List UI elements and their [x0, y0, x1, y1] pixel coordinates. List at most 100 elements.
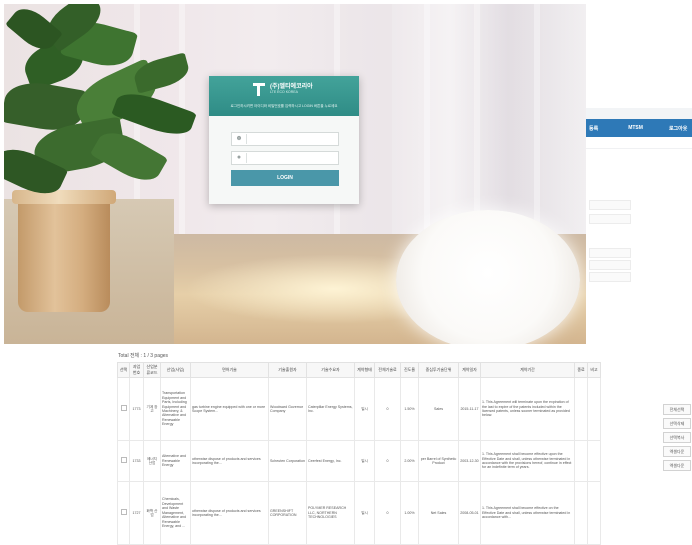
logo-name: (주)엘티에코리아: [270, 83, 313, 90]
column-header[interactable]: 선택: [117, 362, 130, 378]
user-id-input[interactable]: [248, 133, 334, 145]
cell-date: 2008-05-01: [458, 481, 481, 545]
column-header[interactable]: 기술출원자: [268, 362, 307, 378]
cell-rate: 1.50%: [400, 377, 419, 441]
lamp-decor: [396, 210, 580, 344]
cell-code: 에너지 산업: [143, 440, 161, 482]
cell-period: 1. This Agreement will terminate upon th…: [480, 377, 575, 441]
password-input[interactable]: [248, 152, 334, 164]
total-count: Total 전체 : 1 / 3 pages: [118, 353, 169, 359]
cell-fee: 0: [374, 481, 401, 545]
column-header[interactable]: 기술수요자: [306, 362, 355, 378]
copy-selected-button[interactable]: 선택복사: [663, 432, 691, 443]
background-field: [589, 260, 631, 270]
cell-rate: 2.00%: [400, 440, 419, 482]
nav-item-mtsm[interactable]: MTSM: [628, 125, 643, 131]
cell-owner: Scheuten Corporation: [268, 440, 307, 482]
background-field: [589, 200, 631, 210]
plant-pot-decor: [18, 194, 110, 312]
background-app-navbar: 등록 MTSM 로그아웃: [579, 119, 692, 137]
field-divider: [246, 134, 247, 144]
cell-industry: Transportation Equipment and Parts, Incl…: [160, 377, 191, 441]
cell-unit: Net Sales: [418, 481, 459, 545]
cell-note: [587, 481, 601, 545]
cell-buyer: Caterpillar Energy Systems, Inc.: [306, 377, 355, 441]
table-row[interactable]: 1727 화학 산업 Chemicals, Development and Wa…: [117, 481, 601, 545]
curtain-fold: [534, 4, 540, 254]
row-checkbox[interactable]: [120, 509, 127, 516]
password-field[interactable]: ●: [231, 151, 339, 165]
cell-contract: 일시: [354, 440, 375, 482]
cell-tech: gas turbine engine equipped with one or …: [190, 377, 269, 441]
login-button[interactable]: LOGIN: [231, 170, 339, 186]
cell-period: 1. This Agreement shall become effective…: [480, 440, 575, 482]
column-header[interactable]: 계약일자: [458, 362, 481, 378]
cell-tech: otherwise dispose of products and servic…: [190, 481, 269, 545]
company-logo: (주)엘티에코리아 LTE ECO KOREA: [251, 82, 313, 96]
cell-contract: 일시: [354, 481, 375, 545]
login-notice: 로그인하시려면 아이디와 비밀번호를 입력하시고 LOGIN 버튼을 누르세요: [230, 104, 338, 108]
background-app-window: 등록 MTSM 로그아웃: [578, 108, 692, 320]
cell-no: 1773: [129, 377, 144, 441]
user-id-field[interactable]: ☻: [231, 132, 339, 146]
cell-fee: 0: [374, 377, 401, 441]
column-header[interactable]: 계약기간: [480, 362, 575, 378]
cell-tech: otherwise dispose of products and servic…: [190, 440, 269, 482]
cell-no: 1727: [129, 481, 144, 545]
field-divider: [246, 153, 247, 163]
nav-item-logout[interactable]: 로그아웃: [669, 125, 687, 132]
table-row[interactable]: 1773 기계 장고 Transportation Equipment and …: [117, 377, 601, 441]
cell-contract: 일시: [354, 377, 375, 441]
cell-buyer: POLYMER RESEARCH LLC, NORTHERN TECHNOLOG…: [306, 481, 355, 545]
cell-note: [587, 440, 601, 482]
cell-date: 2003-12-30: [458, 440, 481, 482]
cell-buyer: Ceerfest Energy, Inc.: [306, 440, 355, 482]
table-action-buttons: 전체선택 선택삭제 선택복사 엑셀다운 엑셀다운: [663, 404, 691, 471]
cell-end: [574, 481, 588, 545]
column-header[interactable]: 진도율: [400, 362, 419, 378]
column-header[interactable]: 면허기술: [190, 362, 269, 378]
cell-end: [574, 377, 588, 441]
cell-fee: 0: [374, 440, 401, 482]
table-header-row: 선택 과업번호 산업분류코드 산업(사업) 면허기술 기술출원자 기술수요자 계…: [117, 362, 601, 378]
cell-industry: Alternative and Renewable Energy: [160, 440, 191, 482]
cell-owner: GREENSHIFT CORPORATION: [268, 481, 307, 545]
column-header[interactable]: 산업분류코드: [143, 362, 161, 378]
cell-rate: 1.00%: [400, 481, 419, 545]
background-app-topbar: [579, 108, 692, 119]
column-header[interactable]: 과업번호: [129, 362, 144, 378]
cell-unit: Sales: [418, 377, 459, 441]
column-header[interactable]: 전체기술료: [374, 362, 401, 378]
login-header: (주)엘티에코리아 LTE ECO KOREA 로그인하시려면 아이디와 비밀번…: [209, 76, 359, 116]
curtain-fold: [424, 4, 430, 254]
logo-subtitle: LTE ECO KOREA: [270, 89, 298, 94]
excel-download-button[interactable]: 엑셀다운: [663, 446, 691, 457]
table-row[interactable]: 1733 에너지 산업 Alternative and Renewable En…: [117, 440, 601, 482]
lock-icon: ●: [236, 154, 242, 161]
column-header[interactable]: 비고: [587, 362, 601, 378]
nav-item-register[interactable]: 등록: [589, 125, 598, 132]
cell-industry: Chemicals, Development and Waste Managem…: [160, 481, 191, 545]
cell-code: 기계 장고: [143, 377, 161, 441]
excel-download-button[interactable]: 엑셀다운: [663, 460, 691, 471]
background-field: [589, 214, 631, 224]
cell-end: [574, 440, 588, 482]
cell-date: 2015-11-17: [458, 377, 481, 441]
cell-owner: Woodward Governor Company: [268, 377, 307, 441]
cell-no: 1733: [129, 440, 144, 482]
column-header[interactable]: 종료: [574, 362, 588, 378]
column-header[interactable]: 산업(사업): [160, 362, 191, 378]
column-header[interactable]: 계약형태: [354, 362, 375, 378]
cell-unit: per Barrel of Synthetic Product: [418, 440, 459, 482]
background-field: [589, 248, 631, 258]
row-checkbox[interactable]: [120, 457, 127, 464]
plant-pot-rim-decor: [12, 190, 116, 204]
column-header[interactable]: 중심투기술단위: [418, 362, 459, 378]
delete-selected-button[interactable]: 선택삭제: [663, 418, 691, 429]
cell-code: 화학 산업: [143, 481, 161, 545]
divider: [579, 148, 692, 149]
select-all-button[interactable]: 전체선택: [663, 404, 691, 415]
row-checkbox[interactable]: [120, 405, 127, 412]
logo-mark-icon: [251, 82, 267, 96]
cell-note: [587, 377, 601, 441]
